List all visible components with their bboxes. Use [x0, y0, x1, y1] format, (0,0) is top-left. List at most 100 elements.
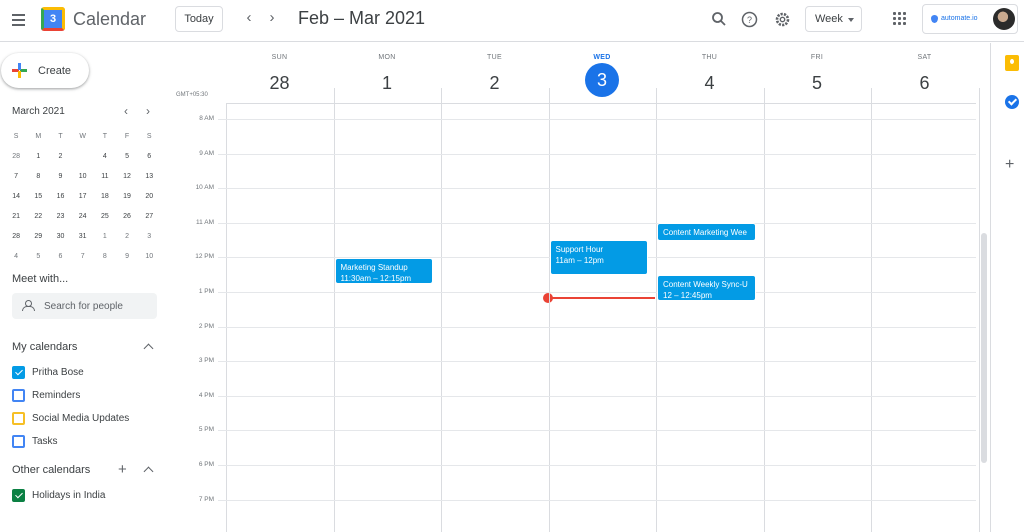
mini-day[interactable]: 7 [72, 247, 94, 267]
mini-prev-month-button[interactable]: ‹ [124, 104, 128, 118]
day-number[interactable]: 5 [800, 66, 834, 100]
mini-day[interactable]: 6 [49, 247, 71, 267]
calendar-event[interactable]: Content Marketing Wee [657, 223, 756, 241]
gear-icon[interactable] [772, 9, 792, 29]
hour-line [218, 430, 976, 432]
chevron-up-icon[interactable] [143, 343, 154, 354]
calendar-event[interactable]: Marketing Standup 11:30am – 12:15pm [334, 258, 433, 284]
mini-day[interactable]: 5 [116, 147, 138, 167]
mini-day[interactable]: 28 [5, 147, 27, 167]
prev-week-button[interactable]: ‹ [241, 9, 257, 26]
day-of-week: SAT [917, 54, 932, 61]
day-header[interactable]: THU 4 [656, 43, 763, 103]
calendar-checkbox[interactable] [12, 388, 25, 402]
mini-day[interactable]: 28 [5, 227, 27, 247]
mini-day[interactable]: 21 [5, 207, 27, 227]
mini-day[interactable]: 5 [27, 247, 49, 267]
day-header[interactable]: MON 1 [334, 43, 441, 103]
mini-day[interactable]: 3 [72, 147, 94, 167]
mini-weekday: T [58, 133, 63, 140]
day-number[interactable]: 3 [585, 63, 619, 97]
mini-day[interactable]: 2 [116, 227, 138, 247]
mini-day[interactable]: 1 [27, 147, 49, 167]
mini-day[interactable]: 2 [49, 147, 71, 167]
mini-day[interactable]: 6 [138, 147, 160, 167]
calendar-item[interactable]: Social Media Updates [12, 410, 129, 426]
mini-day[interactable]: 26 [116, 207, 138, 227]
tasks-icon[interactable] [1005, 95, 1019, 109]
main-menu-icon[interactable] [8, 8, 32, 32]
day-number[interactable]: 2 [478, 66, 512, 100]
chevron-up-icon[interactable] [143, 466, 154, 477]
next-week-button[interactable]: › [264, 9, 280, 26]
create-button[interactable]: Create [1, 53, 89, 88]
grid-scrollbar[interactable] [981, 233, 987, 463]
mini-day[interactable]: 4 [94, 147, 116, 167]
other-calendars-title[interactable]: Other calendars [12, 464, 90, 476]
day-number[interactable]: 6 [908, 66, 942, 100]
mini-next-month-button[interactable]: › [146, 104, 150, 118]
mini-day[interactable]: 31 [72, 227, 94, 247]
day-header[interactable]: TUE 2 [441, 43, 548, 103]
account-switcher[interactable]: automate.io [922, 4, 1018, 34]
mini-day[interactable]: 7 [5, 167, 27, 187]
mini-day[interactable]: 24 [72, 207, 94, 227]
calendar-item[interactable]: Pritha Bose [12, 364, 84, 380]
mini-day[interactable]: 9 [116, 247, 138, 267]
today-button[interactable]: Today [175, 6, 223, 32]
mini-day[interactable]: 1 [94, 227, 116, 247]
mini-day[interactable]: 22 [27, 207, 49, 227]
mini-day[interactable]: 14 [5, 187, 27, 207]
mini-day[interactable]: 27 [138, 207, 160, 227]
calendar-event[interactable]: Content Weekly Sync-U 12 – 12:45pm [657, 275, 756, 301]
mini-day[interactable]: 18 [94, 187, 116, 207]
mini-day[interactable]: 11 [94, 167, 116, 187]
mini-day[interactable]: 15 [27, 187, 49, 207]
mini-week-row: 28 1 2 3 4 5 6 [5, 147, 160, 167]
view-selector[interactable]: Week [805, 6, 862, 32]
mini-day[interactable]: 30 [49, 227, 71, 247]
day-column-divider [226, 104, 227, 532]
apps-grid-icon[interactable] [893, 12, 906, 25]
keep-icon[interactable] [1005, 55, 1019, 71]
mini-day[interactable]: 12 [116, 167, 138, 187]
calendar-item[interactable]: Reminders [12, 387, 80, 403]
day-number[interactable]: 4 [693, 66, 727, 100]
calendar-checkbox[interactable] [12, 411, 25, 425]
calendar-event[interactable]: Support Hour 11am – 12pm [549, 240, 648, 275]
day-number[interactable]: 28 [263, 66, 297, 100]
calendar-checkbox[interactable] [12, 365, 25, 379]
day-header[interactable]: FRI 5 [764, 43, 871, 103]
mini-day[interactable]: 23 [49, 207, 71, 227]
day-number[interactable]: 1 [370, 66, 404, 100]
mini-day[interactable]: 29 [27, 227, 49, 247]
mini-day[interactable]: 3 [138, 227, 160, 247]
mini-day[interactable]: 4 [5, 247, 27, 267]
day-header[interactable]: SAT 6 [871, 43, 978, 103]
calendar-item[interactable]: Holidays in India [12, 487, 105, 503]
day-header[interactable]: SUN 28 [226, 43, 333, 103]
mini-day[interactable]: 16 [49, 187, 71, 207]
day-header[interactable]: WED 3 [549, 43, 656, 103]
calendar-item[interactable]: Tasks [12, 433, 58, 449]
calendar-checkbox[interactable] [12, 488, 25, 502]
mini-day[interactable]: 17 [72, 187, 94, 207]
calendar-checkbox[interactable] [12, 434, 25, 448]
search-icon[interactable] [709, 9, 729, 29]
mini-day[interactable]: 19 [116, 187, 138, 207]
search-people-input[interactable]: Search for people [12, 293, 157, 319]
my-calendars-title[interactable]: My calendars [12, 341, 77, 353]
mini-day[interactable]: 20 [138, 187, 160, 207]
hour-line [218, 153, 976, 155]
mini-day[interactable]: 13 [138, 167, 160, 187]
avatar[interactable] [993, 8, 1015, 30]
add-calendar-icon[interactable]: + [118, 461, 127, 478]
mini-day[interactable]: 25 [94, 207, 116, 227]
help-icon[interactable]: ? [739, 9, 759, 29]
mini-day[interactable]: 8 [27, 167, 49, 187]
mini-day[interactable]: 10 [72, 167, 94, 187]
mini-day[interactable]: 8 [94, 247, 116, 267]
get-addons-icon[interactable]: + [1005, 156, 1014, 174]
mini-day[interactable]: 10 [138, 247, 160, 267]
mini-day[interactable]: 9 [49, 167, 71, 187]
